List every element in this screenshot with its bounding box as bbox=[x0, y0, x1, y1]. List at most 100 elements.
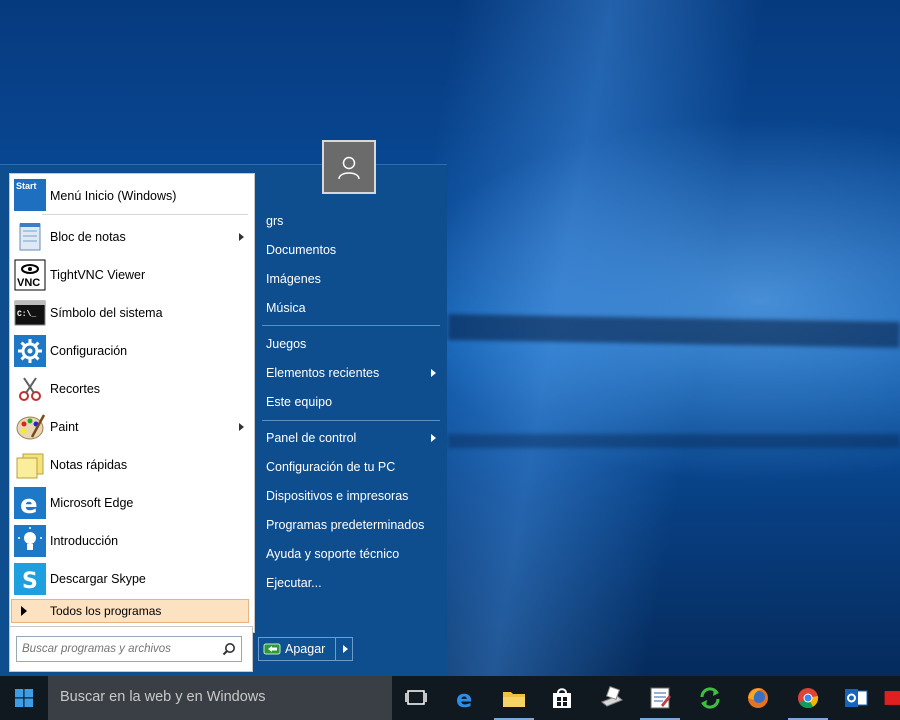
firefox-icon[interactable] bbox=[734, 676, 782, 720]
start-menu-app-item[interactable]: S Descargar Skype bbox=[10, 560, 254, 598]
start-menu-app-label: Recortes bbox=[50, 382, 101, 396]
start-menu-app-item[interactable]: e Microsoft Edge bbox=[10, 484, 254, 522]
search-icon[interactable] bbox=[222, 642, 236, 656]
scanner-icon[interactable] bbox=[588, 676, 636, 720]
places-item[interactable]: Configuración de tu PC bbox=[262, 454, 442, 480]
submenu-arrow-icon bbox=[239, 233, 244, 241]
places-item[interactable]: Dispositivos e impresoras bbox=[262, 483, 442, 509]
lightbulb-icon bbox=[14, 525, 46, 557]
start-menu-app-item[interactable]: VNC TightVNC Viewer bbox=[10, 256, 254, 294]
start-menu-app-label: Configuración bbox=[50, 344, 128, 358]
start-menu-app-label: TightVNC Viewer bbox=[50, 268, 146, 282]
notepad-icon bbox=[14, 221, 46, 253]
places-item-label: Ayuda y soporte técnico bbox=[266, 547, 400, 561]
user-avatar[interactable] bbox=[322, 140, 376, 194]
windows-logo-icon bbox=[15, 689, 33, 707]
taskbar-search-placeholder: Buscar en la web y en Windows bbox=[60, 689, 266, 705]
submenu-arrow-icon bbox=[431, 434, 436, 442]
task-view-icon[interactable] bbox=[392, 676, 440, 720]
wallpaper-light-beam bbox=[448, 434, 900, 448]
start-menu-app-label: Microsoft Edge bbox=[50, 496, 134, 510]
programs-pane: Start Menú Inicio (Windows) Bloc de nota… bbox=[9, 173, 255, 633]
start-menu-app-item[interactable]: Introducción bbox=[10, 522, 254, 560]
store-icon[interactable] bbox=[538, 676, 586, 720]
taskbar: Buscar en la web y en Windows e bbox=[0, 676, 900, 720]
submenu-arrow-icon bbox=[239, 423, 244, 431]
taskbar-search-box[interactable]: Buscar en la web y en Windows bbox=[48, 676, 392, 720]
shutdown-options-arrow-icon[interactable] bbox=[343, 645, 348, 653]
command-prompt-icon: C:\_ bbox=[14, 297, 46, 329]
start-menu-app-item[interactable]: Paint bbox=[10, 408, 254, 446]
all-programs-button[interactable]: Todos los programas bbox=[11, 599, 249, 623]
red-app-icon[interactable] bbox=[880, 676, 900, 720]
svg-text:VNC: VNC bbox=[17, 277, 40, 289]
start-menu-app-label: Símbolo del sistema bbox=[50, 306, 163, 320]
shutdown-button[interactable]: Apagar bbox=[259, 638, 335, 660]
start-menu-app-item[interactable]: Bloc de notas bbox=[10, 218, 254, 256]
start-menu-item-classic[interactable]: Start Menú Inicio (Windows) bbox=[10, 176, 254, 214]
start-menu-app-label: Bloc de notas bbox=[50, 230, 126, 244]
chrome-icon[interactable] bbox=[784, 676, 832, 720]
places-item[interactable]: Música bbox=[262, 295, 442, 321]
paint-icon bbox=[14, 411, 46, 443]
places-item-label: Documentos bbox=[266, 243, 337, 257]
places-item-label: Panel de control bbox=[266, 431, 357, 445]
places-item[interactable]: Este equipo bbox=[262, 389, 442, 415]
places-item-label: Ejecutar... bbox=[266, 576, 322, 590]
start-button[interactable] bbox=[0, 676, 48, 720]
submenu-arrow-icon bbox=[431, 369, 436, 377]
places-item-label: Imágenes bbox=[266, 272, 321, 286]
file-explorer-icon[interactable] bbox=[490, 676, 538, 720]
triangle-right-icon bbox=[21, 606, 27, 616]
sticky-notes-icon bbox=[14, 449, 46, 481]
split-divider bbox=[335, 638, 336, 660]
program-search-input[interactable] bbox=[22, 640, 212, 658]
places-item-label: grs bbox=[266, 214, 284, 228]
start-menu-item-label: Menú Inicio (Windows) bbox=[50, 189, 177, 203]
start-menu-app-item[interactable]: Configuración bbox=[10, 332, 254, 370]
start-menu: Start Menú Inicio (Windows) Bloc de nota… bbox=[0, 164, 447, 677]
classic-start-icon: Start bbox=[14, 179, 46, 211]
svg-text:e: e bbox=[456, 685, 472, 711]
start-menu-app-label: Introducción bbox=[50, 534, 119, 548]
places-item[interactable]: Ejecutar... bbox=[262, 570, 442, 596]
edge-icon[interactable]: e bbox=[442, 676, 490, 720]
places-item[interactable]: Documentos bbox=[262, 237, 442, 263]
svg-text:S: S bbox=[22, 569, 38, 594]
sync-icon[interactable] bbox=[686, 676, 734, 720]
places-item-label: Programas predeterminados bbox=[266, 518, 425, 532]
user-icon bbox=[338, 156, 360, 180]
places-item[interactable]: Imágenes bbox=[262, 266, 442, 292]
places-item-label: Juegos bbox=[266, 337, 307, 351]
places-item[interactable]: grs bbox=[262, 208, 442, 234]
start-menu-app-item[interactable]: Notas rápidas bbox=[10, 446, 254, 484]
snipping-tool-icon bbox=[14, 373, 46, 405]
outlook-icon[interactable] bbox=[832, 676, 880, 720]
places-item-label: Elementos recientes bbox=[266, 366, 380, 380]
icon-text: Start bbox=[16, 181, 37, 191]
places-item[interactable]: Programas predeterminados bbox=[262, 512, 442, 538]
places-item[interactable]: Ayuda y soporte técnico bbox=[262, 541, 442, 567]
places-item-label: Música bbox=[266, 301, 306, 315]
shutdown-button-group: Apagar bbox=[258, 637, 353, 661]
start-menu-app-item[interactable]: Recortes bbox=[10, 370, 254, 408]
start-menu-app-label: Paint bbox=[50, 420, 79, 434]
svg-text:C:\_: C:\_ bbox=[17, 310, 36, 319]
program-search-box[interactable] bbox=[16, 636, 242, 662]
places-item-label: Este equipo bbox=[266, 395, 333, 409]
edge-icon: e bbox=[14, 487, 46, 519]
start-menu-app-label: Notas rápidas bbox=[50, 458, 128, 472]
shutdown-label: Apagar bbox=[285, 642, 326, 656]
gear-icon bbox=[14, 335, 46, 367]
start-menu-app-item[interactable]: C:\_ Símbolo del sistema bbox=[10, 294, 254, 332]
svg-text:e: e bbox=[20, 490, 38, 519]
skype-icon: S bbox=[14, 563, 46, 595]
document-viewer-icon[interactable] bbox=[636, 676, 684, 720]
tightvnc-icon: VNC bbox=[14, 259, 46, 291]
places-item[interactable]: Elementos recientes bbox=[262, 360, 442, 386]
places-item[interactable]: Juegos bbox=[262, 331, 442, 357]
places-item[interactable]: Panel de control bbox=[262, 425, 442, 451]
separator bbox=[262, 420, 440, 421]
start-menu-app-label: Descargar Skype bbox=[50, 572, 146, 586]
places-item-label: Dispositivos e impresoras bbox=[266, 489, 409, 503]
